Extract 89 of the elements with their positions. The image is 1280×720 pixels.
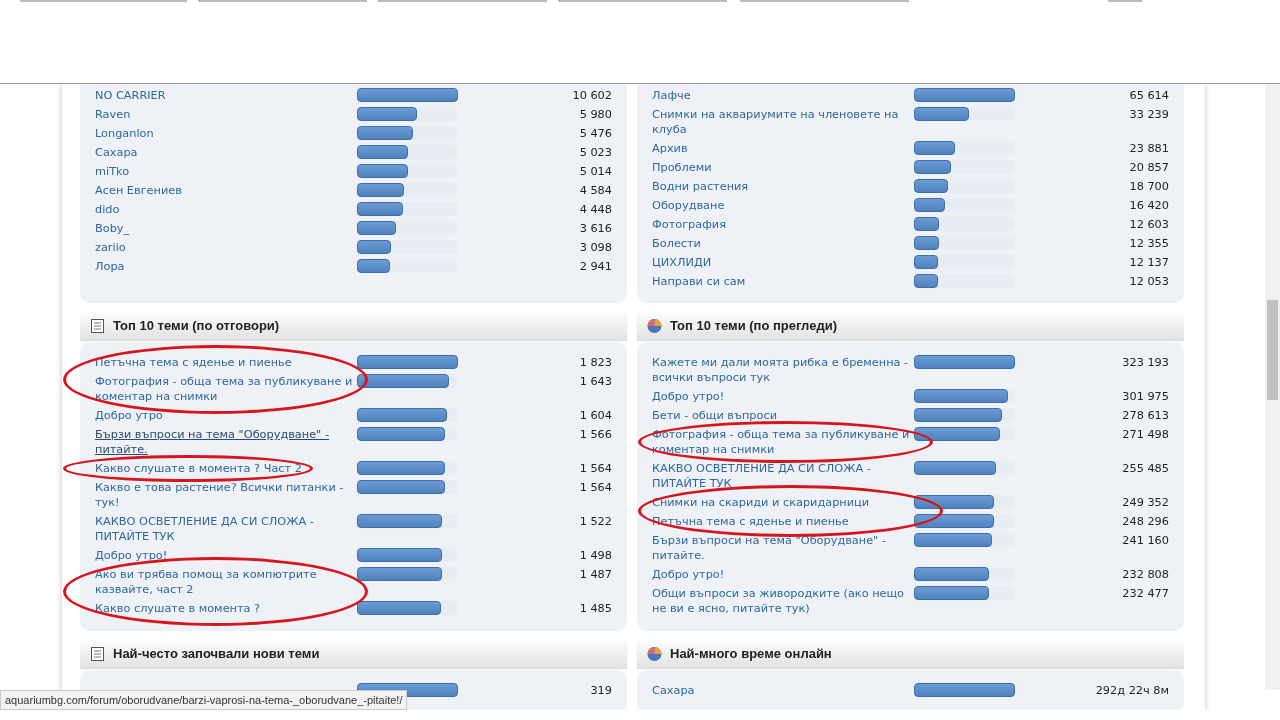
topic-link[interactable]: Бети - общи въпроси bbox=[652, 408, 914, 423]
count-value: 1 485 bbox=[578, 601, 612, 616]
count-value: 5 014 bbox=[578, 164, 612, 179]
count-value: 1 564 bbox=[578, 480, 612, 496]
topic-link[interactable]: Болести bbox=[652, 236, 914, 251]
topic-link[interactable]: miTko bbox=[95, 164, 357, 179]
count-value: 255 485 bbox=[1121, 461, 1169, 477]
topic-link[interactable]: Водни растения bbox=[652, 179, 914, 194]
count-value: 65 614 bbox=[1128, 88, 1169, 103]
count-value: 12 355 bbox=[1128, 236, 1169, 251]
count-value: 232 808 bbox=[1121, 567, 1169, 582]
count-value: 23 881 bbox=[1128, 141, 1169, 156]
topic-link[interactable]: Общи въпроси за живородките (ако нещо не ви е ясно, питайте тук) bbox=[652, 586, 914, 616]
notepad-icon bbox=[90, 317, 105, 334]
topic-link[interactable]: Лафче bbox=[652, 88, 914, 103]
topic-link[interactable]: Фотография - обща тема за публикуване и коментар на снимки bbox=[95, 374, 357, 404]
count-value: 4 448 bbox=[578, 202, 612, 217]
topic-link[interactable]: Сахара bbox=[652, 683, 914, 698]
topic-link[interactable]: Направи си сам bbox=[652, 274, 914, 289]
count-value: 1 643 bbox=[578, 374, 612, 390]
count-value: 1 487 bbox=[578, 567, 612, 583]
topic-link[interactable]: Бързи въпроси на тема "Оборудване" - питайте. bbox=[652, 533, 914, 563]
topic-link[interactable]: КАКВО ОСВЕТЛЕНИЕ ДА СИ СЛОЖА - ПИТАЙТЕ ТУК bbox=[652, 461, 914, 491]
count-value: 12 137 bbox=[1128, 255, 1169, 270]
panel-title: Най-често започвали нови теми bbox=[113, 644, 320, 663]
topic-link[interactable]: Какво е това растение? Всички питанки - тук! bbox=[95, 480, 357, 510]
count-value: 16 420 bbox=[1128, 198, 1169, 213]
count-value: 1 604 bbox=[578, 408, 612, 423]
notepad-icon bbox=[90, 645, 105, 662]
topic-link[interactable]: Архив bbox=[652, 141, 914, 156]
count-value: 5 980 bbox=[578, 107, 612, 122]
topic-link[interactable]: КАКВО ОСВЕТЛЕНИЕ ДА СИ СЛОЖА - ПИТАЙТЕ ТУК bbox=[95, 514, 357, 544]
topic-link[interactable]: NO CARRIER bbox=[95, 88, 357, 103]
count-value: 3 616 bbox=[578, 221, 612, 236]
topic-link[interactable]: Добро утро! bbox=[95, 548, 357, 563]
panel-title: Най-много време онлайн bbox=[670, 644, 832, 663]
topic-link[interactable]: Raven bbox=[95, 107, 357, 122]
topic-link[interactable]: zariio bbox=[95, 240, 357, 255]
topic-link[interactable]: Boby_ bbox=[95, 221, 357, 236]
topic-link[interactable]: Какво слушате в момента ? Част 2 bbox=[95, 461, 357, 476]
count-value: 12 603 bbox=[1128, 217, 1169, 232]
count-value: 2 941 bbox=[578, 259, 612, 274]
topic-link[interactable]: Проблеми bbox=[652, 160, 914, 175]
count-value: 323 193 bbox=[1121, 355, 1169, 371]
count-value: 20 857 bbox=[1128, 160, 1169, 175]
pie-chart-icon bbox=[647, 645, 662, 662]
count-value: 4 584 bbox=[578, 183, 612, 198]
topic-link[interactable]: Сахара bbox=[95, 145, 357, 160]
count-value: 232 477 bbox=[1121, 586, 1169, 602]
count-value: 319 bbox=[589, 683, 612, 698]
count-value: 1 566 bbox=[578, 427, 612, 443]
topic-link[interactable]: dido bbox=[95, 202, 357, 217]
topic-link[interactable]: Какво слушате в момента ? bbox=[95, 601, 357, 616]
count-value: 33 239 bbox=[1128, 107, 1169, 123]
topic-link[interactable]: Ако ви трябва помощ за компютрите казвайте, част 2 bbox=[95, 567, 357, 597]
count-value: 1 823 bbox=[578, 355, 612, 370]
count-value: 12 053 bbox=[1128, 274, 1169, 289]
count-value: 10 602 bbox=[571, 88, 612, 103]
topic-link[interactable]: Добро утро! bbox=[652, 389, 914, 404]
count-value: 1 564 bbox=[578, 461, 612, 476]
panel-title: Топ 10 теми (по прегледи) bbox=[670, 316, 837, 335]
count-value: 3 098 bbox=[578, 240, 612, 255]
topic-link[interactable]: Longanlon bbox=[95, 126, 357, 141]
count-value: 241 160 bbox=[1121, 533, 1169, 549]
topic-link[interactable]: Добро утро! bbox=[652, 567, 914, 582]
pie-chart-icon bbox=[647, 317, 662, 334]
topic-link[interactable]: Оборудване bbox=[652, 198, 914, 213]
topic-link[interactable]: Фотография bbox=[652, 217, 914, 232]
count-value: 301 975 bbox=[1121, 389, 1169, 404]
count-value: 1 498 bbox=[578, 548, 612, 563]
count-value: 18 700 bbox=[1128, 179, 1169, 194]
topic-link[interactable]: Бързи въпроси на тема "Оборудване" - питайте. bbox=[95, 427, 357, 457]
count-value: 278 613 bbox=[1121, 408, 1169, 423]
count-value: 292д 22ч 8м bbox=[1094, 683, 1169, 698]
topic-link[interactable]: Снимки на аквариумите на членовете на клуба bbox=[652, 107, 914, 137]
topic-link[interactable]: Снимки на скариди и скаридарници bbox=[652, 495, 914, 510]
status-url: aquariumbg.com/forum/oborudvane/barzi-vaprosi-na-tema-_oborudvane_-pitaite!/ bbox=[0, 689, 408, 710]
count-value: 271 498 bbox=[1121, 427, 1169, 443]
count-value: 1 522 bbox=[578, 514, 612, 530]
count-value: 5 476 bbox=[578, 126, 612, 141]
count-value: 248 296 bbox=[1121, 514, 1169, 529]
topic-link[interactable]: Асен Евгениев bbox=[95, 183, 357, 198]
count-value: 249 352 bbox=[1121, 495, 1169, 510]
count-value: 5 023 bbox=[578, 145, 612, 160]
topic-link[interactable]: Кажете ми дали моята рибка е бременна - всички въпроси тук bbox=[652, 355, 914, 385]
topic-link[interactable]: ЦИХЛИДИ bbox=[652, 255, 914, 270]
panel-title: Топ 10 теми (по отговори) bbox=[113, 316, 280, 335]
topic-link[interactable]: Добро утро bbox=[95, 408, 357, 423]
topic-link[interactable]: Лора bbox=[95, 259, 357, 274]
